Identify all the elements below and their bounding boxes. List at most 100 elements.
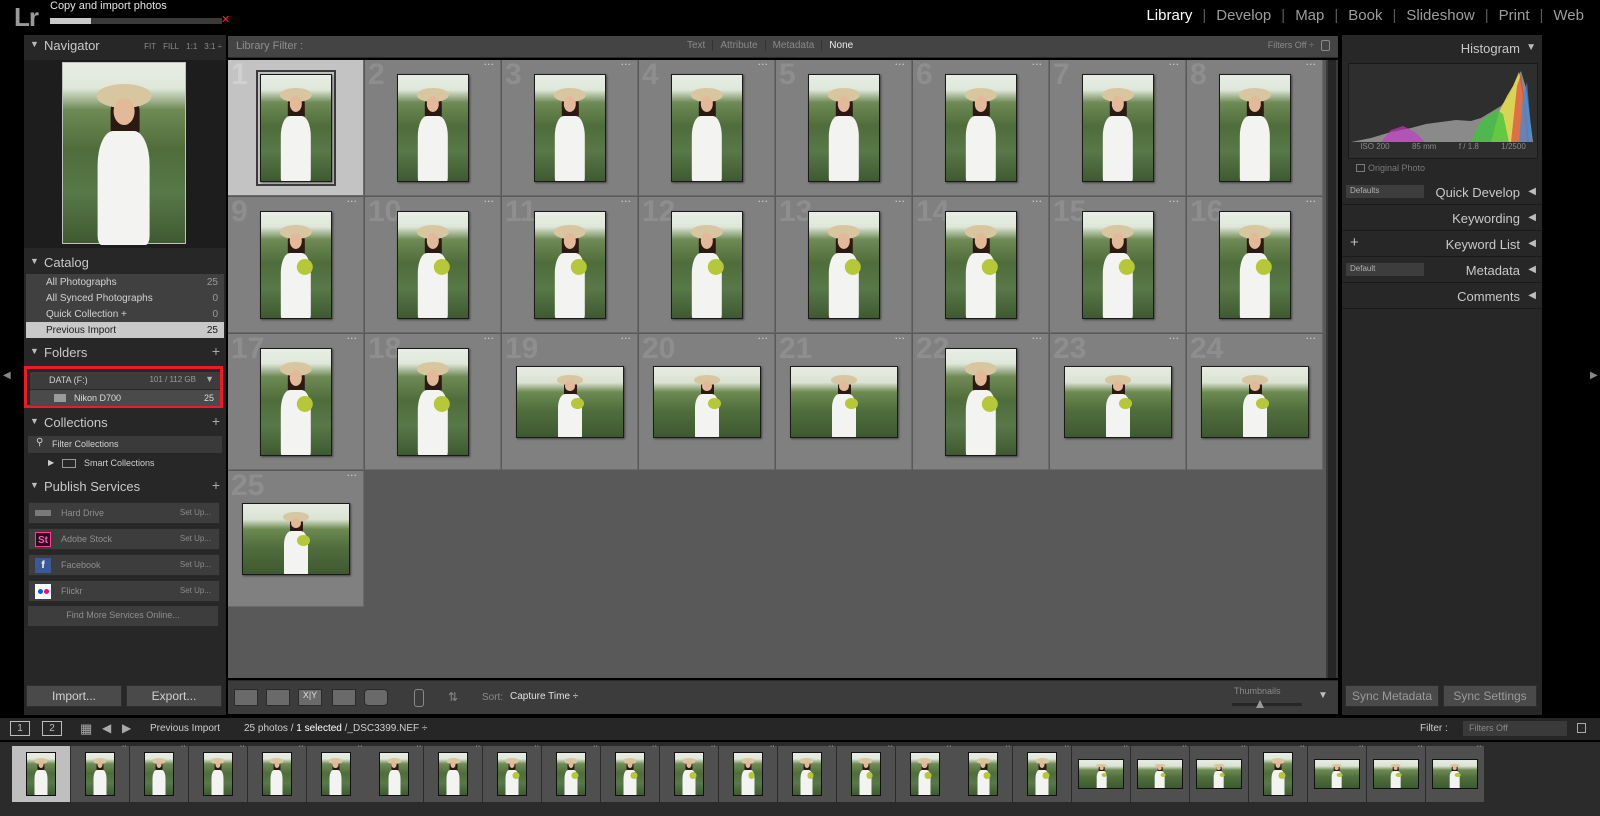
filter-option-none[interactable]: None	[821, 40, 860, 51]
find-more-services-button[interactable]: Find More Services Online...	[28, 606, 218, 626]
collapse-triangle-icon[interactable]: ▼	[1526, 42, 1536, 53]
main-screen-button[interactable]: 1	[10, 721, 30, 736]
forward-arrow-icon[interactable]: ▶	[122, 721, 131, 735]
collapse-triangle-icon[interactable]: ▼	[30, 256, 39, 266]
photo-options-icon[interactable]: ···	[895, 195, 906, 208]
photo-options-icon[interactable]: ···	[484, 195, 495, 208]
left-panel-toggle-icon[interactable]: ◀	[3, 370, 11, 381]
publish-service-flickr[interactable]: Flickr Set Up...	[28, 580, 220, 602]
photo-options-icon[interactable]: ··	[770, 742, 775, 751]
filmstrip-item[interactable]: ··	[659, 742, 718, 802]
set-up-link[interactable]: Set Up...	[180, 586, 211, 595]
filmstrip-item[interactable]	[12, 746, 70, 802]
thumbnail-size-slider[interactable]	[1232, 700, 1302, 708]
photo-cell[interactable]: 24 ···	[1187, 332, 1323, 470]
add-publish-service-icon[interactable]: +	[212, 477, 220, 493]
photo-options-icon[interactable]: ···	[484, 332, 495, 345]
photo-options-icon[interactable]: ···	[347, 332, 358, 345]
lock-icon[interactable]	[1321, 40, 1330, 51]
photo-cell[interactable]: 14 ···	[913, 195, 1049, 333]
cancel-import-icon[interactable]: ✕	[221, 14, 231, 25]
filmstrip-item[interactable]: ··	[247, 742, 306, 802]
photo-options-icon[interactable]: ···	[1306, 332, 1317, 345]
publish-service-hard-drive[interactable]: Hard Drive Set Up...	[28, 502, 220, 524]
photo-options-icon[interactable]: ···	[484, 58, 495, 71]
filmstrip[interactable]: ·· ·· ·· ·· ·· ·· ·· ·· ·· ·· ·· ·· ·· ·· ·· ·· ·· ·· ·· ··…	[0, 742, 1600, 816]
photo-cell[interactable]: 5 ···	[776, 58, 912, 196]
photo-thumbnail[interactable]	[790, 366, 898, 438]
grid-view-icon[interactable]	[234, 689, 258, 706]
toolbar-menu-icon[interactable]: ▼	[1318, 690, 1328, 701]
photo-options-icon[interactable]: ··	[416, 742, 421, 751]
filmstrip-item[interactable]: ··	[1013, 742, 1072, 802]
photo-options-icon[interactable]: ··	[652, 742, 657, 751]
photo-options-icon[interactable]: ···	[758, 332, 769, 345]
photo-options-icon[interactable]: ···	[1032, 195, 1043, 208]
filmstrip-item[interactable]: ··	[542, 742, 601, 802]
photo-cell[interactable]: 10 ···	[365, 195, 501, 333]
filmstrip-item[interactable]: ··	[1190, 742, 1248, 802]
filmstrip-item[interactable]: ··	[306, 742, 365, 802]
photo-options-icon[interactable]: ···	[1169, 195, 1180, 208]
photo-cell[interactable]: 2 ···	[365, 58, 501, 196]
photo-thumbnail[interactable]	[397, 74, 469, 182]
collections-header[interactable]: ▼ Collections +	[24, 412, 226, 434]
filmstrip-filter-dropdown[interactable]: Filters Off	[1463, 721, 1567, 736]
keywording-header[interactable]: Keywording ◀	[1342, 205, 1542, 231]
photo-cell[interactable]: 1	[228, 58, 364, 196]
import-button[interactable]: Import...	[26, 685, 122, 707]
metadata-header[interactable]: Default Metadata ◀	[1342, 257, 1542, 283]
zoom-fit[interactable]: FIT	[144, 42, 156, 51]
grid-scrollbar[interactable]	[1326, 60, 1338, 678]
photo-thumbnail[interactable]	[808, 74, 880, 182]
expand-triangle-icon[interactable]: ◀	[1528, 238, 1536, 249]
zoom-3-1[interactable]: 3:1 ÷	[204, 42, 222, 51]
photo-cell[interactable]: 17 ···	[228, 332, 364, 470]
filmstrip-item[interactable]: ··	[129, 742, 188, 802]
filmstrip-item[interactable]: ··	[1072, 742, 1131, 802]
photo-thumbnail[interactable]	[945, 74, 1017, 182]
photo-thumbnail[interactable]	[653, 366, 761, 438]
photo-cell[interactable]: 6 ···	[913, 58, 1049, 196]
filmstrip-source[interactable]: Previous Import	[150, 723, 220, 734]
sort-dropdown[interactable]: Capture Time ÷	[510, 691, 578, 702]
filmstrip-item[interactable]: ··	[70, 742, 129, 802]
photo-options-icon[interactable]: ···	[1169, 332, 1180, 345]
publish-services-header[interactable]: ▼ Publish Services +	[24, 476, 226, 498]
photo-cell[interactable]: 23 ···	[1050, 332, 1186, 470]
photo-thumbnail[interactable]	[256, 70, 336, 186]
catalog-item-quick-collection[interactable]: Quick Collection + 0	[26, 306, 224, 322]
folders-header[interactable]: ▼ Folders +	[24, 342, 226, 364]
set-up-link[interactable]: Set Up...	[180, 534, 211, 543]
photo-thumbnail[interactable]	[671, 74, 743, 182]
expand-triangle-icon[interactable]: ◀	[1528, 212, 1536, 223]
photo-options-icon[interactable]: ···	[1306, 58, 1317, 71]
expand-triangle-icon[interactable]: ◀	[1528, 290, 1536, 301]
compare-view-icon[interactable]: X|Y	[298, 689, 322, 706]
filmstrip-item[interactable]: ··	[188, 742, 247, 802]
module-library[interactable]: Library	[1136, 7, 1202, 24]
photo-cell[interactable]: 25 ···	[228, 469, 364, 607]
photo-options-icon[interactable]: ··	[534, 742, 539, 751]
expand-triangle-icon[interactable]: ◀	[1528, 264, 1536, 275]
filmstrip-item[interactable]: ··	[1248, 742, 1307, 802]
photo-options-icon[interactable]: ··	[888, 742, 893, 751]
thumbnail-size-knob[interactable]	[1256, 700, 1264, 708]
photo-options-icon[interactable]: ···	[621, 58, 632, 71]
photo-options-icon[interactable]: ··	[1005, 742, 1010, 751]
photo-options-icon[interactable]: ··	[1123, 742, 1128, 751]
photo-thumbnail[interactable]	[945, 211, 1017, 319]
quick-develop-header[interactable]: Defaults Quick Develop ◀	[1342, 179, 1542, 205]
photo-cell[interactable]: 3 ···	[502, 58, 638, 196]
module-map[interactable]: Map	[1285, 7, 1334, 24]
photo-cell[interactable]: 20 ···	[639, 332, 775, 470]
filmstrip-item[interactable]: ··	[1131, 742, 1190, 802]
right-panel-toggle-icon[interactable]: ▶	[1590, 370, 1598, 381]
zoom-1-1[interactable]: 1:1	[186, 42, 197, 51]
photo-thumbnail[interactable]	[1064, 366, 1172, 438]
photo-options-icon[interactable]: ··	[1182, 742, 1187, 751]
preset-dropdown[interactable]: Defaults	[1346, 185, 1424, 198]
keyword-list-header[interactable]: + Keyword List ◀	[1342, 231, 1542, 257]
module-print[interactable]: Print	[1489, 7, 1540, 24]
set-up-link[interactable]: Set Up...	[180, 560, 211, 569]
